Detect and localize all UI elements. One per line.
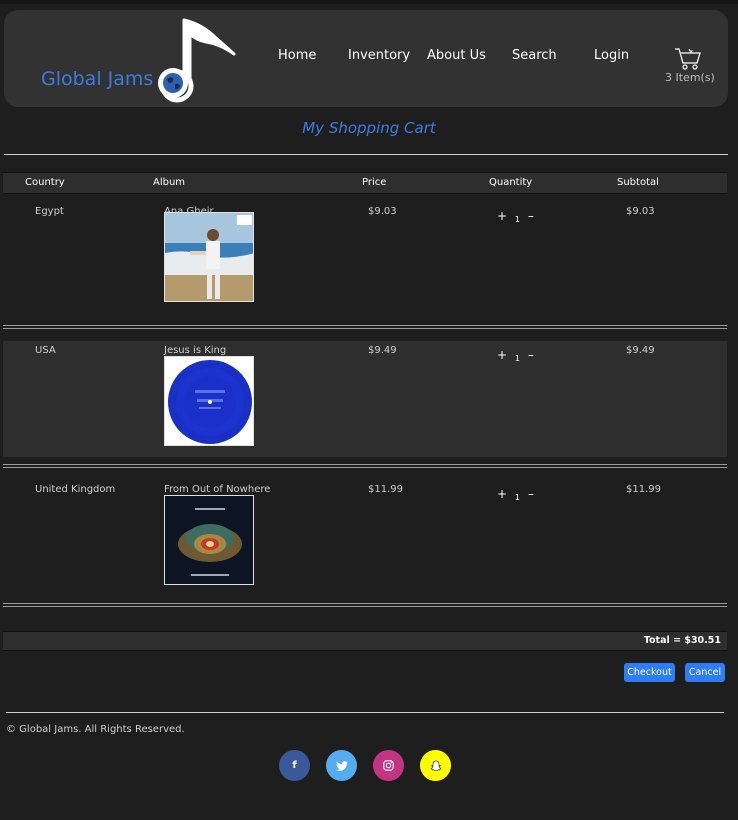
copyright-text: © Global Jams. All Rights Reserved. (6, 724, 185, 735)
divider (4, 154, 728, 155)
page: Global Jams Home Inventory About Us Sear… (0, 0, 738, 820)
checkout-button[interactable]: Checkout (624, 663, 675, 682)
row-divider (3, 467, 727, 468)
row-divider (3, 606, 727, 607)
row-price: $9.03 (368, 206, 397, 217)
table-row: USA Jesus is King $9.49 + 1 – $9.49 (3, 341, 727, 457)
decrease-quantity-button[interactable]: – (528, 209, 534, 223)
site-header: Global Jams Home Inventory About Us Sear… (4, 10, 728, 107)
row-subtotal: $9.03 (626, 206, 655, 217)
row-album-title: From Out of Nowhere (164, 484, 271, 495)
quantity-value: 1 (514, 354, 520, 363)
row-price: $11.99 (368, 484, 403, 495)
cart-total: Total = $30.51 (643, 635, 721, 646)
album-cover-image (164, 212, 254, 302)
row-divider (3, 328, 727, 329)
quantity-stepper: + 1 – (497, 209, 534, 224)
nav-login[interactable]: Login (594, 48, 629, 63)
album-cover-image (164, 356, 254, 446)
quantity-stepper: + 1 – (497, 348, 534, 363)
row-country: United Kingdom (35, 484, 116, 495)
row-album-title: Jesus is King (164, 345, 227, 356)
row-divider (3, 464, 727, 465)
snapchat-icon[interactable] (420, 750, 451, 781)
row-country: Egypt (35, 206, 64, 217)
increase-quantity-button[interactable]: + (497, 348, 507, 362)
logo-text[interactable]: Global Jams (41, 68, 153, 90)
nav-home[interactable]: Home (278, 48, 316, 63)
column-header-subtotal: Subtotal (617, 177, 659, 188)
table-row: Egypt Ana Gheir $9.03 + 1 – $9.03 (3, 206, 727, 318)
row-divider (3, 603, 727, 604)
shopping-cart-icon[interactable] (674, 46, 702, 72)
table-header: Country Album Price Quantity Subtotal (3, 172, 727, 194)
decrease-quantity-button[interactable]: – (528, 487, 534, 501)
decrease-quantity-button[interactable]: – (528, 348, 534, 362)
album-cover-image (164, 495, 254, 585)
facebook-icon[interactable]: f (279, 750, 310, 781)
column-header-country: Country (25, 177, 65, 188)
row-subtotal: $11.99 (626, 484, 661, 495)
row-country: USA (35, 345, 56, 356)
nav-search[interactable]: Search (512, 48, 557, 63)
row-subtotal: $9.49 (626, 345, 655, 356)
nav-inventory[interactable]: Inventory (348, 48, 410, 63)
page-title: My Shopping Cart (302, 119, 436, 137)
quantity-value: 1 (514, 215, 520, 224)
quantity-stepper: + 1 – (497, 487, 534, 502)
row-divider (3, 325, 727, 326)
increase-quantity-button[interactable]: + (497, 209, 507, 223)
row-price: $9.49 (368, 345, 397, 356)
cart-total-bar: Total = $30.51 (3, 631, 727, 651)
cancel-button[interactable]: Cancel (685, 663, 725, 682)
cart-item-count[interactable]: 3 Item(s) (665, 71, 715, 84)
column-header-album: Album (153, 177, 186, 188)
nav-about-us[interactable]: About Us (427, 48, 486, 63)
increase-quantity-button[interactable]: + (497, 487, 507, 501)
table-row: United Kingdom From Out of Nowhere $11.9… (3, 484, 727, 596)
quantity-value: 1 (514, 493, 520, 502)
column-header-price: Price (362, 177, 387, 188)
column-header-quantity: Quantity (489, 177, 533, 188)
globe-icon (158, 68, 188, 98)
twitter-icon[interactable] (326, 750, 357, 781)
instagram-icon[interactable] (373, 750, 404, 781)
footer-divider (6, 712, 724, 713)
